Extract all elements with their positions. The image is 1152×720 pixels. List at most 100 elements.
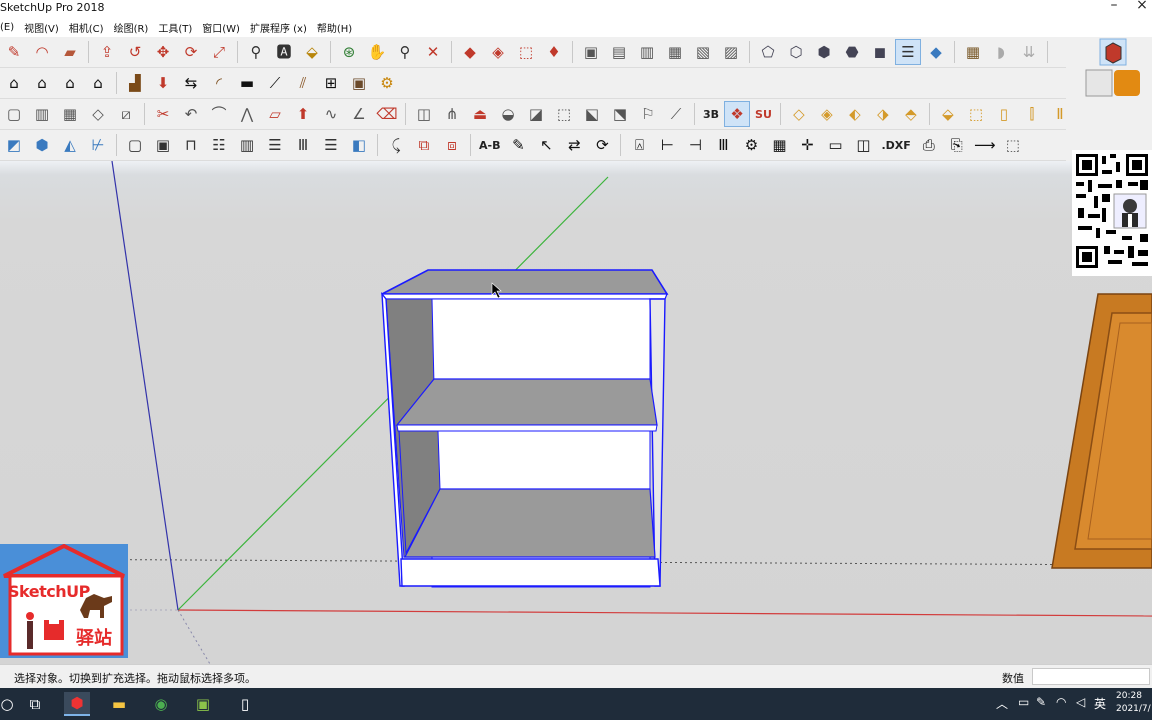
subdivide-icon[interactable]: ⬔ bbox=[608, 102, 632, 126]
right-view-icon[interactable]: ⌂ bbox=[86, 71, 110, 95]
chamfer-icon[interactable]: ◪ bbox=[524, 102, 548, 126]
task-view-icon[interactable]: ⧉ bbox=[22, 692, 48, 716]
panel-blue-icon[interactable]: ◧ bbox=[347, 133, 371, 157]
axis-icon[interactable]: ⊬ bbox=[86, 133, 110, 157]
joint-tool-3-icon[interactable]: ⬖ bbox=[843, 102, 867, 126]
hidden-line-icon[interactable]: ⬣ bbox=[840, 40, 864, 64]
table-icon[interactable]: ▦ bbox=[767, 133, 791, 157]
solid-outer-shell-icon[interactable]: ▣ bbox=[579, 40, 603, 64]
grid-tool-icon[interactable]: ▦ bbox=[58, 102, 82, 126]
plugin-store-icon[interactable]: ❖ bbox=[724, 101, 751, 127]
file-explorer-icon[interactable]: ▬ bbox=[106, 692, 132, 716]
push-pull-icon[interactable]: ⇪ bbox=[95, 40, 119, 64]
share-model-icon[interactable]: ⬚ bbox=[514, 40, 538, 64]
fillet-icon[interactable]: ◜ bbox=[207, 71, 231, 95]
curve-tool-icon[interactable]: ⌒ bbox=[207, 102, 231, 126]
pin-icon[interactable]: ⚐ bbox=[636, 102, 660, 126]
angle-tool-icon[interactable]: ∠ bbox=[347, 102, 371, 126]
menu-camera[interactable]: 相机(C) bbox=[69, 20, 104, 35]
sketchup-taskbar-icon[interactable]: ⬢ bbox=[64, 692, 90, 716]
solid-box-icon[interactable]: ◫ bbox=[412, 102, 436, 126]
add-location-icon[interactable]: ▦ bbox=[961, 40, 985, 64]
tray-chevron-icon[interactable]: ︿ bbox=[996, 695, 1008, 712]
copy-along-icon[interactable]: ⬕ bbox=[580, 102, 604, 126]
front-view-icon[interactable]: ⌂ bbox=[58, 71, 82, 95]
refresh-icon[interactable]: ⟳ bbox=[590, 133, 614, 157]
box-tool-icon[interactable]: ▢ bbox=[2, 102, 26, 126]
dowel-tool-icon[interactable]: ▯ bbox=[992, 102, 1016, 126]
solid-trim-icon[interactable]: ▧ bbox=[691, 40, 715, 64]
shelf-icon[interactable]: ☰ bbox=[263, 133, 287, 157]
solid-intersect-icon[interactable]: ▤ bbox=[607, 40, 631, 64]
camtasia-icon[interactable]: ▣ bbox=[190, 692, 216, 716]
move-arrows-icon[interactable]: ✛ bbox=[795, 133, 819, 157]
material-icon[interactable]: ⧈ bbox=[440, 133, 464, 157]
menu-help[interactable]: 帮助(H) bbox=[317, 20, 352, 35]
b3-button[interactable]: 3B bbox=[701, 102, 721, 126]
extrude-tool-icon[interactable]: ⬆ bbox=[291, 102, 315, 126]
tag-icon[interactable]: ✎ bbox=[506, 133, 530, 157]
model-scene[interactable] bbox=[0, 161, 1152, 664]
cabinet-model[interactable] bbox=[381, 269, 669, 588]
volume-icon[interactable]: ◁ bbox=[1076, 695, 1085, 709]
wifi-icon[interactable]: ◠ bbox=[1056, 695, 1066, 709]
align-center-icon[interactable]: ⊣ bbox=[683, 133, 707, 157]
surface-tool-icon[interactable]: ◇ bbox=[86, 102, 110, 126]
joint-tool-2-icon[interactable]: ◈ bbox=[815, 102, 839, 126]
joint-tool-5-icon[interactable]: ⬘ bbox=[899, 102, 923, 126]
close-icon[interactable]: × bbox=[1128, 0, 1152, 13]
chrome-icon[interactable]: ◉ bbox=[148, 692, 174, 716]
stairs-icon[interactable]: ⫽ bbox=[291, 71, 315, 95]
solid-split-icon[interactable]: ▨ bbox=[719, 40, 743, 64]
component-cube-icon[interactable]: ⬚ bbox=[1001, 133, 1025, 157]
rectangle-icon[interactable]: ▰ bbox=[58, 40, 82, 64]
model-viewport[interactable] bbox=[0, 161, 1152, 664]
align-icon[interactable]: ⇆ bbox=[179, 71, 203, 95]
door-icon[interactable]: ⍓ bbox=[627, 133, 651, 157]
joint-tool-1-icon[interactable]: ◇ bbox=[787, 102, 811, 126]
cut-tool-icon[interactable]: ✂ bbox=[151, 102, 175, 126]
pen-icon[interactable]: ✎ bbox=[1036, 695, 1046, 709]
align-left-icon[interactable]: ⊢ bbox=[655, 133, 679, 157]
drawer-icon[interactable]: ☷ bbox=[207, 133, 231, 157]
push-tool-icon[interactable]: ⏏ bbox=[468, 102, 492, 126]
array-icon[interactable]: ⬚ bbox=[552, 102, 576, 126]
plane-tool-icon[interactable]: ▱ bbox=[263, 102, 287, 126]
furniture-icon[interactable]: ▣ bbox=[347, 71, 371, 95]
curve-draw-icon[interactable]: ⤹ bbox=[384, 133, 408, 157]
menu-draw[interactable]: 绘图(R) bbox=[114, 20, 149, 35]
pointer-icon[interactable]: ↖ bbox=[534, 133, 558, 157]
hatch-tool-icon[interactable]: ⧄ bbox=[114, 102, 138, 126]
arc-icon[interactable]: ◠ bbox=[30, 40, 54, 64]
a-b-button[interactable]: A-B bbox=[477, 133, 502, 157]
board-tool-icon[interactable]: ⬚ bbox=[964, 102, 988, 126]
print-icon[interactable]: ⎙ bbox=[917, 133, 941, 157]
back-edges-icon[interactable]: ⬡ bbox=[784, 40, 808, 64]
move-icon[interactable]: ✥ bbox=[151, 40, 175, 64]
measurements-input[interactable] bbox=[1032, 668, 1150, 685]
follow-me-icon[interactable]: ↺ bbox=[123, 40, 147, 64]
scale-icon[interactable]: ⤢ bbox=[207, 40, 231, 64]
joint-tool-4-icon[interactable]: ⬗ bbox=[871, 102, 895, 126]
network-icon[interactable]: ▭ bbox=[1018, 695, 1029, 709]
rect-outline-icon[interactable]: ▭ bbox=[823, 133, 847, 157]
round-icon[interactable]: ◒ bbox=[496, 102, 520, 126]
hline-icon[interactable]: ☰ bbox=[319, 133, 343, 157]
toggle-terrain-icon[interactable]: ◗ bbox=[989, 40, 1013, 64]
su-app-button[interactable]: SU bbox=[753, 102, 774, 126]
export-icon[interactable]: ⎘ bbox=[945, 133, 969, 157]
menu-view[interactable]: 视图(V) bbox=[24, 20, 59, 35]
gear-icon[interactable]: ⚙ bbox=[375, 71, 399, 95]
photo-texture-icon[interactable]: ⇊ bbox=[1017, 40, 1041, 64]
column-tool-icon[interactable]: Ⅱ bbox=[1048, 102, 1066, 126]
dxf-button[interactable]: .DXF bbox=[879, 133, 912, 157]
panel-tool-icon[interactable]: ⬙ bbox=[936, 102, 960, 126]
drop-icon[interactable]: ⬇ bbox=[151, 71, 175, 95]
pan-icon[interactable]: ✋ bbox=[365, 40, 389, 64]
tape-measure-icon[interactable]: ⚲ bbox=[244, 40, 268, 64]
frame-icon[interactable]: ▢ bbox=[123, 133, 147, 157]
slice-icon[interactable]: ◭ bbox=[58, 133, 82, 157]
door-frame-icon[interactable]: ⊓ bbox=[179, 133, 203, 157]
warehouse-icon[interactable]: ◆ bbox=[458, 40, 482, 64]
select-face-icon[interactable]: ◩ bbox=[2, 133, 26, 157]
